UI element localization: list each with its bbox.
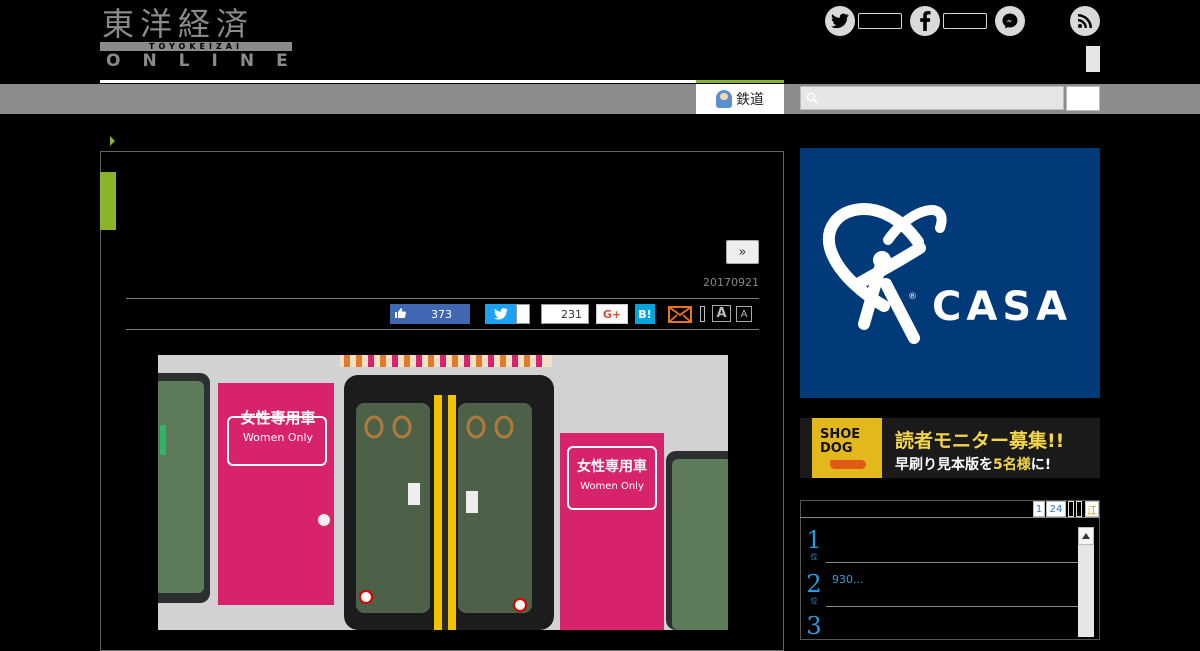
facebook-icon[interactable] [910, 6, 940, 36]
search-icon [806, 92, 818, 104]
women-only-sign-jp-left: 女性専用車 [240, 409, 316, 427]
women-only-sign-jp-right: 女性専用車 [577, 459, 647, 475]
rank-suffix-2: 位 [810, 597, 818, 605]
facebook-share-stub[interactable] [460, 304, 470, 324]
rank-number-3: 3 [806, 612, 822, 640]
rank-divider [826, 606, 1078, 607]
logo-romaji: TOYOKEIZAI [100, 42, 292, 51]
rank-suffix-1: 位 [810, 553, 818, 561]
share-divider-top [126, 298, 759, 299]
rank-divider [826, 562, 1078, 563]
hatena-bookmark-button[interactable]: B! [635, 304, 655, 324]
casa-logo-icon [822, 203, 947, 344]
search-input[interactable] [800, 86, 1064, 110]
ranking-tab-4[interactable] [1076, 501, 1082, 517]
font-size-large-button[interactable]: A [712, 305, 731, 322]
casa-registered-mark: ® [908, 292, 917, 302]
book-ad-sub-post: に! [1030, 457, 1052, 473]
site-logo[interactable]: 東洋経済 TOYOKEIZAI ONLINE [100, 6, 292, 72]
facebook-count [943, 13, 987, 29]
header-rule-accent [696, 80, 784, 83]
railway-mascot-icon [716, 90, 732, 108]
casa-ad-banner[interactable]: CASA ® [800, 148, 1100, 398]
book-title-line2: DOG [820, 441, 853, 456]
article-date: 20170921 [703, 276, 759, 289]
book-title-line1: SHOE [820, 427, 861, 442]
swoosh-icon [830, 460, 866, 469]
header-rule [100, 80, 696, 83]
book-cover: SHOE DOG [812, 418, 882, 478]
book-ad-sub-highlight: 5名様 [993, 457, 1031, 473]
thumbs-up-icon [390, 307, 410, 322]
logo-kanji: 東洋経済 [102, 5, 255, 43]
tab-railway[interactable]: 鉄道 [696, 84, 784, 114]
book-ad-headline: 読者モニター募集!! [895, 430, 1065, 452]
tweet-count-box [516, 304, 530, 324]
logo-online: ONLINE [106, 51, 310, 71]
tweet-bird-icon [493, 308, 508, 320]
women-only-sign-en-right: Women Only [580, 481, 644, 492]
ranking-tab-5[interactable]: 江 [1085, 501, 1099, 517]
rank-number-1: 1 [806, 526, 822, 554]
title-accent-bar [100, 172, 116, 230]
next-page-button[interactable]: » [726, 240, 759, 264]
book-ad-banner[interactable]: SHOE DOG 読者モニター募集!! 早刷り見本版を5名様に! [800, 418, 1100, 478]
mail-icon[interactable] [668, 304, 692, 324]
women-only-sign-en-left: Women Only [242, 431, 314, 444]
twitter-icon[interactable] [825, 6, 855, 36]
train-photo-illustration [158, 355, 728, 630]
google-plus-button[interactable]: G+ [596, 304, 628, 324]
scroll-up-button[interactable] [1078, 527, 1094, 545]
tab-railway-label: 鉄道 [736, 92, 764, 108]
messenger-icon[interactable] [995, 6, 1025, 36]
ranking-tab-3[interactable] [1068, 501, 1074, 517]
ranking-widget [800, 500, 1100, 640]
casa-brand: CASA [932, 284, 1073, 330]
rank-number-2: 2 [806, 570, 822, 598]
facebook-like-count: 373 [431, 307, 452, 321]
breadcrumb-arrow-icon [110, 136, 115, 146]
ranking-tab-24[interactable]: 24 [1046, 501, 1066, 517]
tweet-button[interactable] [485, 304, 516, 324]
search-button[interactable] [1066, 86, 1100, 111]
book-ad-sub-pre: 早刷り見本版を [895, 457, 993, 473]
rss-icon[interactable] [1070, 6, 1100, 36]
rank-item-2[interactable]: 930... [832, 573, 864, 586]
twitter-count [858, 13, 902, 29]
share-divider-bottom [126, 329, 759, 330]
ranking-tab-1[interactable]: 1 [1033, 501, 1045, 517]
hatena-count: 231 [541, 304, 589, 324]
facebook-like-button[interactable]: 373 [390, 304, 460, 324]
font-size-small-button[interactable]: A [736, 306, 752, 322]
header-tab-stub[interactable] [1086, 46, 1100, 72]
book-ad-subline: 早刷り見本版を5名様に! [895, 454, 1051, 474]
chevron-up-icon [1082, 533, 1090, 539]
article-photo: 女性専用車 Women Only 女性専用車 Women Only [158, 355, 728, 630]
print-button[interactable] [700, 306, 705, 322]
